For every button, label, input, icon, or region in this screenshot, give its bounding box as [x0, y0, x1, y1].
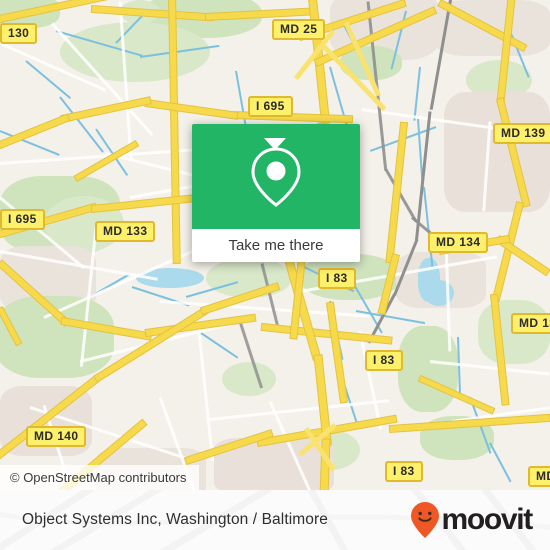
moovit-smiley-pin-icon	[411, 502, 440, 538]
attribution-text: © OpenStreetMap contributors	[10, 470, 187, 485]
road-shield: MD 25	[272, 19, 326, 40]
road-shield: MD 139	[511, 313, 550, 334]
road-shield: MD	[528, 466, 550, 487]
map-screenshot: 130 MD 25 I 695 MD 139 I 695 MD 133 MD 134 I 83…	[0, 0, 550, 550]
map-canvas[interactable]: 130 MD 25 I 695 MD 139 I 695 MD 133 MD 134 I 83…	[0, 0, 550, 490]
road-shield: I 83	[365, 350, 403, 371]
road-shield: I 83	[385, 461, 423, 482]
map-attribution[interactable]: © OpenStreetMap contributors	[0, 465, 199, 490]
road-shield: MD 134	[428, 232, 489, 253]
card-pointer-tail	[264, 138, 286, 150]
road-shield: 130	[0, 23, 38, 44]
take-me-there-button[interactable]: Take me there	[192, 229, 360, 262]
road-shield: MD 140	[26, 426, 87, 447]
road-shield: I 695	[0, 209, 45, 230]
moovit-logo[interactable]: moovit	[410, 501, 533, 539]
road-shield: I 83	[318, 268, 356, 289]
road-shield: I 695	[248, 96, 293, 117]
place-title: Object Systems Inc, Washington / Baltimo…	[22, 511, 328, 528]
road-shield: MD 133	[95, 221, 156, 242]
take-me-there-label: Take me there	[228, 237, 324, 254]
moovit-wordmark: moovit	[441, 503, 533, 536]
road-shield: MD 139	[493, 123, 550, 144]
location-pin-icon	[251, 146, 301, 207]
footer-bar: Object Systems Inc, Washington / Baltimo…	[0, 490, 550, 550]
